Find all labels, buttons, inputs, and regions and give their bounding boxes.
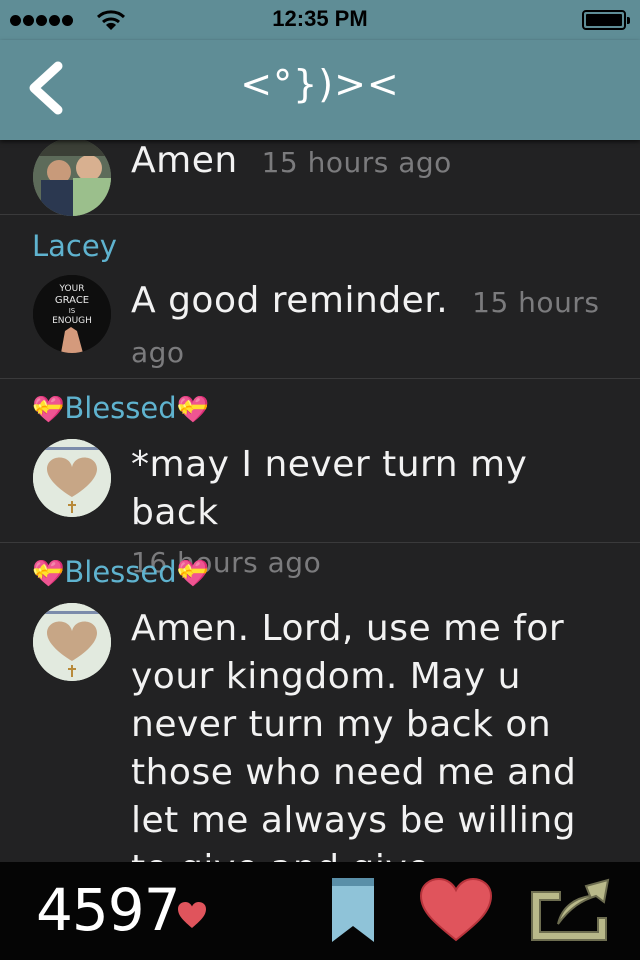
username-text: Blessed	[64, 391, 177, 425]
avatar[interactable]	[33, 603, 111, 681]
comment-body: A good reminder. 15 hours ago	[131, 277, 625, 377]
bookmark-icon[interactable]	[330, 876, 376, 944]
comment-body: Amen 15 hours ago	[131, 140, 625, 187]
small-heart-icon	[178, 902, 206, 928]
page-title: <°})><	[240, 62, 400, 106]
comment-text: Amen	[131, 140, 238, 181]
like-heart-icon[interactable]	[418, 876, 494, 944]
comment-item[interactable]: Lacey YOUR GRACE IS ENOUGH A good remind…	[0, 215, 640, 379]
avatar[interactable]: YOUR GRACE IS ENOUGH	[33, 275, 111, 353]
avatar-text-line: IS	[69, 307, 76, 315]
comment-username[interactable]: Lacey	[32, 229, 117, 263]
comment-body: Amen. Lord, use me for your kingdom. May…	[131, 605, 625, 862]
avatar[interactable]	[33, 439, 111, 517]
status-bar: 12:35 PM	[0, 0, 640, 40]
share-icon[interactable]	[528, 876, 614, 944]
nav-bar: <°})><	[0, 40, 640, 140]
gift-heart-emoji: 💝	[176, 395, 210, 425]
like-count: 4597	[36, 876, 181, 944]
comment-username[interactable]: 💝Blessed💝	[32, 555, 209, 589]
gift-heart-emoji: 💝	[176, 559, 210, 589]
avatar[interactable]	[33, 140, 111, 216]
avatar-text-line: YOUR	[59, 284, 85, 294]
gift-heart-emoji: 💝	[32, 395, 65, 425]
gift-heart-emoji: 💝	[32, 559, 65, 589]
username-text: Blessed	[64, 555, 177, 589]
avatar-text-line: GRACE	[55, 295, 89, 306]
comment-username[interactable]: 💝Blessed💝	[32, 391, 209, 425]
status-time: 12:35 PM	[272, 6, 368, 31]
comment-item[interactable]: Amen 15 hours ago	[0, 140, 640, 216]
comment-text: A good reminder.	[131, 280, 449, 321]
comment-item[interactable]: 💝Blessed💝 Amen. Lord, use me for your ki…	[0, 543, 640, 862]
comment-text: Amen. Lord, use me for your kingdom. May…	[131, 608, 577, 862]
comment-item[interactable]: 💝Blessed💝 *may I never turn my back 16 h…	[0, 379, 640, 579]
battery-icon	[582, 10, 630, 30]
avatar-text-line: ENOUGH	[52, 316, 92, 326]
comment-text: *may I never turn my back	[131, 444, 528, 533]
bottom-toolbar: 4597	[0, 862, 640, 960]
comment-list[interactable]: Amen 15 hours ago Lacey YOUR GRACE IS EN…	[0, 140, 640, 862]
comment-timestamp: 15 hours ago	[261, 146, 452, 179]
